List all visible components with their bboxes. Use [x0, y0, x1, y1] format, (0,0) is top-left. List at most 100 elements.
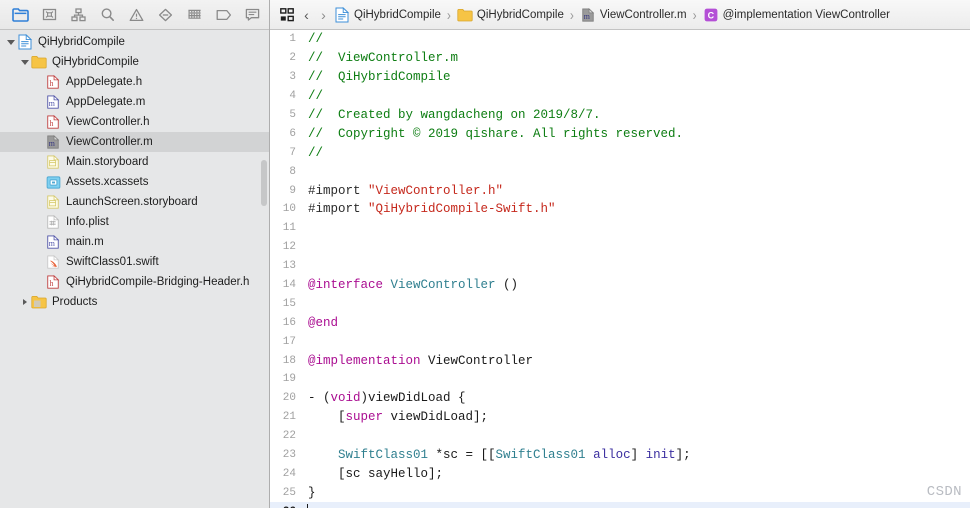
code-line[interactable]: 15: [270, 294, 970, 313]
line-number: 17: [282, 335, 296, 348]
code-token: init: [645, 448, 676, 463]
code-line[interactable]: 26: [270, 502, 970, 508]
disclosure-triangle-icon[interactable]: [18, 299, 31, 305]
source-code-editor[interactable]: 1 // 2 // ViewController.m 3 // QiHybridCompi…: [270, 30, 970, 508]
code-token: @interface: [308, 278, 391, 293]
code-line[interactable]: 8: [270, 162, 970, 181]
tree-item-qihybridcompile[interactable]: QiHybridCompile: [0, 32, 269, 52]
tree-item-products[interactable]: Products: [0, 292, 269, 312]
editor-pane: ‹ › QiHybridCompile › QiHybridCompile › mV…: [270, 0, 970, 508]
report-navigator-icon[interactable]: [238, 3, 267, 27]
project-file-tree[interactable]: QiHybridCompile QiHybridCompile h AppDele…: [0, 30, 269, 508]
code-token: ];: [675, 448, 691, 463]
code-line[interactable]: 10 #import "QiHybridCompile-Swift.h": [270, 200, 970, 219]
code-token: [sc sayHello];: [308, 466, 444, 481]
find-navigator-icon[interactable]: [93, 3, 122, 27]
breadcrumb-item-2[interactable]: QiHybridCompile: [455, 4, 566, 26]
jump-bar-forward-button[interactable]: ›: [315, 4, 332, 26]
class-symbol-icon: C: [703, 7, 719, 23]
objc-file-icon: m: [45, 94, 61, 110]
related-items-icon[interactable]: [276, 7, 298, 22]
code-token: // ViewController.m: [308, 51, 459, 66]
code-line[interactable]: 21 [super viewDidLoad];: [270, 408, 970, 427]
line-number: 2: [289, 52, 296, 65]
code-line[interactable]: 11: [270, 219, 970, 238]
tree-item-viewcontroller-m[interactable]: m ViewController.m: [0, 132, 269, 152]
storyboard-file-icon: [45, 154, 61, 170]
code-line[interactable]: 7 //: [270, 143, 970, 162]
debug-navigator-icon[interactable]: [180, 3, 209, 27]
code-line[interactable]: 9 #import "ViewController.h": [270, 181, 970, 200]
code-line[interactable]: 12: [270, 238, 970, 257]
code-line[interactable]: 24 [sc sayHello];: [270, 464, 970, 483]
code-line[interactable]: 6 // Copyright © 2019 qishare. All rights…: [270, 124, 970, 143]
code-line[interactable]: 14 @interface ViewController (): [270, 276, 970, 295]
project-file-icon: [334, 6, 350, 23]
tree-item-appdelegate-h[interactable]: h AppDelegate.h: [0, 72, 269, 92]
tree-item-viewcontroller-h[interactable]: h ViewController.h: [0, 112, 269, 132]
line-number: 15: [282, 297, 296, 310]
line-number: 23: [282, 449, 296, 462]
breadcrumb-item-4[interactable]: C @implementation ViewController: [701, 4, 892, 26]
code-line[interactable]: 2 // ViewController.m: [270, 49, 970, 68]
tree-item-label: AppDelegate.h: [66, 76, 143, 88]
jump-bar-back-button[interactable]: ‹: [298, 4, 315, 26]
project-navigator-icon[interactable]: [6, 3, 35, 27]
tree-item-assets-xcassets[interactable]: Assets.xcassets: [0, 172, 269, 192]
disclosure-triangle-icon[interactable]: [18, 59, 31, 65]
code-line[interactable]: 3 // QiHybridCompile: [270, 68, 970, 87]
code-line[interactable]: 1 //: [270, 30, 970, 49]
code-token: #import: [308, 183, 369, 198]
tree-item-swiftclass01-swift[interactable]: SwiftClass01.swift: [0, 252, 269, 272]
header-file-icon: h: [45, 114, 61, 130]
code-line[interactable]: 23 SwiftClass01 *sc = [[SwiftClass01 all…: [270, 446, 970, 465]
objc-file-icon: m: [45, 234, 61, 250]
tree-item-main-storyboard[interactable]: Main.storyboard: [0, 152, 269, 172]
svg-text:m: m: [49, 99, 55, 108]
line-number: 14: [282, 279, 296, 292]
test-navigator-icon[interactable]: [151, 3, 180, 27]
line-number: 10: [282, 203, 296, 216]
tree-item-qihybridcompile[interactable]: QiHybridCompile: [0, 52, 269, 72]
code-line[interactable]: 5 // Created by wangdacheng on 2019/8/7.: [270, 106, 970, 125]
breadcrumb-item-3[interactable]: m ViewController.m: [578, 4, 689, 26]
tree-item-label: ViewController.m: [66, 136, 153, 148]
code-line[interactable]: 25}: [270, 483, 970, 502]
line-number: 13: [282, 260, 296, 273]
tree-item-qihybridcompile-bridging-header-h[interactable]: h QiHybridCompile-Bridging-Header.h: [0, 272, 269, 292]
breakpoint-navigator-icon[interactable]: [209, 3, 238, 27]
breadcrumb-separator-icon: ›: [692, 5, 697, 24]
tree-item-label: Info.plist: [66, 216, 109, 228]
code-line-text: SwiftClass01 *sc = [[SwiftClass01 alloc]…: [304, 448, 970, 462]
code-line-text: [super viewDidLoad];: [304, 410, 970, 424]
code-line[interactable]: 22: [270, 427, 970, 446]
code-line-text: // QiHybridCompile: [304, 70, 970, 84]
breadcrumb-item-label: QiHybridCompile: [354, 8, 441, 21]
code-token: @implementation: [308, 353, 429, 368]
navigator-scrollbar[interactable]: [261, 160, 267, 206]
issue-navigator-icon[interactable]: [122, 3, 151, 27]
source-control-navigator-icon[interactable]: [35, 3, 64, 27]
symbol-navigator-icon[interactable]: [64, 3, 93, 27]
svg-text:m: m: [584, 11, 590, 20]
tree-item-label: QiHybridCompile-Bridging-Header.h: [66, 276, 250, 288]
tree-item-main-m[interactable]: m main.m: [0, 232, 269, 252]
code-line[interactable]: 16 @end: [270, 313, 970, 332]
svg-text:m: m: [49, 239, 55, 248]
code-line[interactable]: 13: [270, 257, 970, 276]
line-number: 3: [289, 71, 296, 84]
code-line-text: #import "ViewController.h": [304, 184, 970, 198]
code-line[interactable]: 19: [270, 370, 970, 389]
tree-item-launchscreen-storyboard[interactable]: LaunchScreen.storyboard: [0, 192, 269, 212]
code-line[interactable]: 4 //: [270, 87, 970, 106]
disclosure-triangle-icon[interactable]: [4, 39, 17, 45]
tree-item-info-plist[interactable]: Info.plist: [0, 212, 269, 232]
breadcrumb-item-1[interactable]: QiHybridCompile: [332, 4, 443, 26]
text-cursor: [307, 504, 308, 508]
tree-item-appdelegate-m[interactable]: m AppDelegate.m: [0, 92, 269, 112]
code-line[interactable]: 20 - (void)viewDidLoad {: [270, 389, 970, 408]
code-line[interactable]: 18 @implementation ViewController: [270, 351, 970, 370]
objc-file-icon: m: [580, 7, 596, 23]
code-line[interactable]: 17: [270, 332, 970, 351]
navigator-toolbar: [0, 0, 269, 30]
